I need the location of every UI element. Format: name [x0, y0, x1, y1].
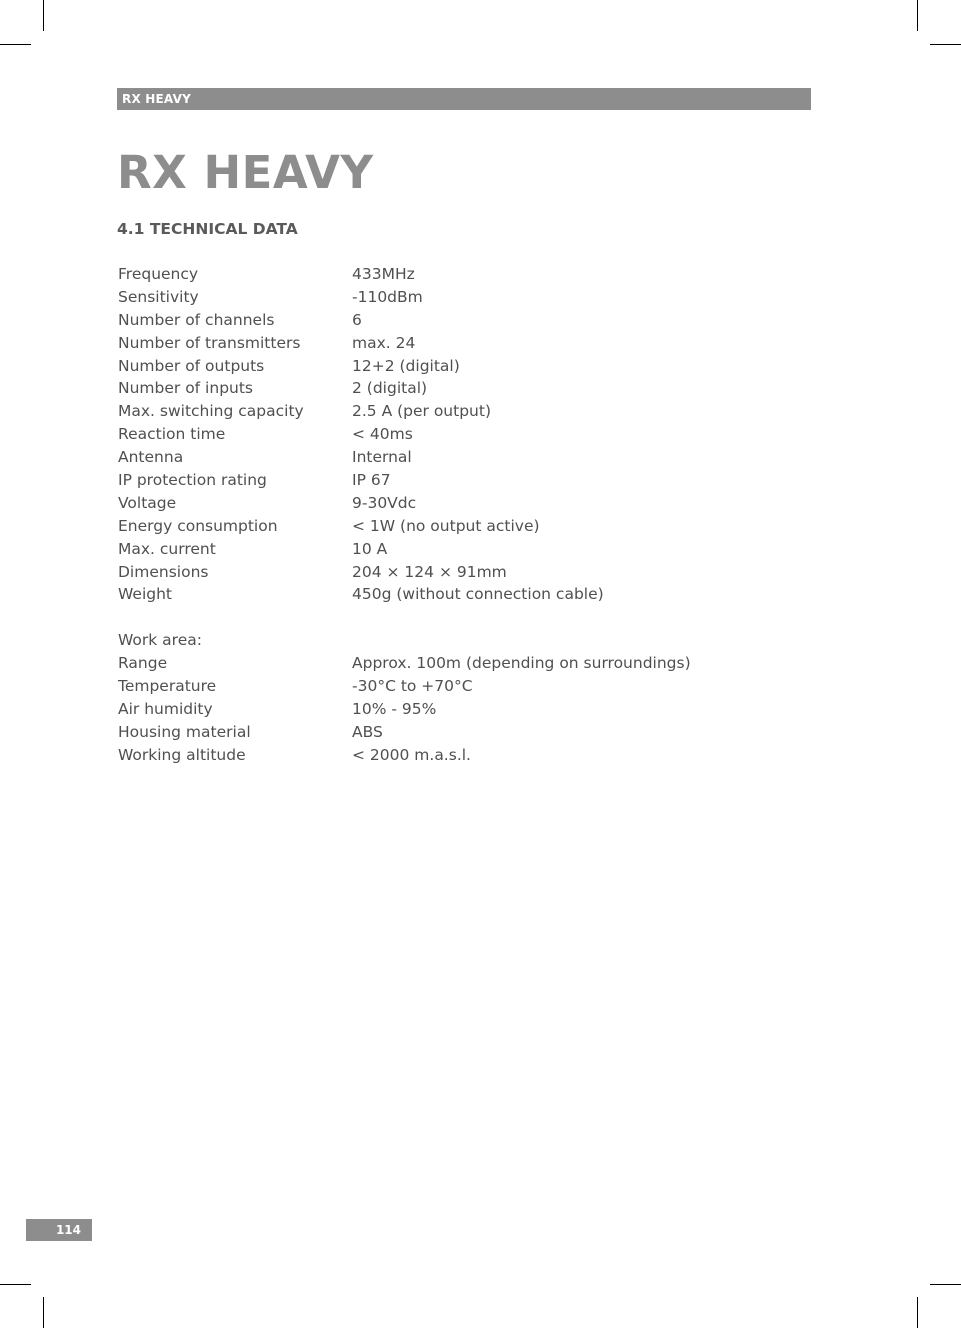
work-area-heading-row: Work area:: [118, 629, 691, 652]
spec-label: IP protection rating: [118, 471, 267, 490]
spec-value: 433MHz: [352, 265, 415, 283]
spec-row: Sensitivity -110dBm: [118, 286, 691, 309]
spec-label: Number of inputs: [118, 379, 254, 398]
spec-label: Sensitivity: [118, 287, 199, 306]
crop-mark-top-left-vertical: [43, 0, 44, 31]
spec-row: Frequency 433MHz: [118, 263, 691, 286]
spec-label: Temperature: [118, 677, 217, 696]
spec-label: Frequency: [118, 265, 199, 283]
spec-value: Approx. 100m (depending on surroundings): [352, 654, 691, 673]
spec-label: Number of outputs: [118, 356, 265, 375]
spec-row: Housing material ABS: [118, 721, 691, 744]
spec-label: Working altitude: [118, 745, 246, 764]
spec-row: Antenna Internal: [118, 446, 691, 469]
spec-value: 10 A: [352, 539, 388, 558]
section-title: 4.1 TECHNICAL DATA: [117, 220, 298, 238]
spec-row: Weight 450g (without connection cable): [118, 583, 691, 606]
running-header: RX HEAVY: [117, 88, 811, 110]
spec-label: Energy consumption: [118, 516, 278, 535]
crop-mark-bottom-right-vertical: [917, 1297, 918, 1328]
page-number: 114: [26, 1219, 92, 1241]
spec-row: Max. switching capacity 2.5 A (per output…: [118, 400, 691, 423]
spec-label: Dimensions: [118, 562, 209, 581]
spec-label: Weight: [118, 585, 173, 604]
spec-value: 2 (digital): [352, 379, 428, 398]
spec-value: < 40ms: [352, 425, 413, 444]
spec-value: < 1W (no output active): [352, 516, 540, 535]
spec-label: Reaction time: [118, 425, 226, 444]
spec-label: Housing material: [118, 722, 251, 741]
spec-row: Working altitude < 2000 m.a.s.l.: [118, 744, 691, 767]
crop-mark-bottom-right-horizontal: [930, 1284, 961, 1285]
spec-value: 204 × 124 × 91mm: [352, 562, 507, 581]
spec-value: 9-30Vdc: [352, 493, 417, 512]
spec-value: 450g (without connection cable): [352, 585, 604, 604]
spec-value: ABS: [352, 722, 383, 741]
spec-row: Number of transmitters max. 24: [118, 332, 691, 355]
spec-label: Max. switching capacity: [118, 402, 304, 421]
spec-label: Max. current: [118, 539, 216, 558]
spec-row: Number of outputs 12+2 (digital): [118, 355, 691, 378]
technical-data-table: Frequency 433MHz Sensitivity -110dBm Number …: [118, 263, 691, 767]
crop-mark-bottom-left-vertical: [43, 1297, 44, 1328]
work-area-heading: Work area:: [118, 631, 202, 650]
spec-row: Range Approx. 100m (depending on surround…: [118, 652, 691, 675]
crop-mark-top-right-vertical: [917, 0, 918, 31]
crop-mark-top-right-horizontal: [930, 44, 961, 45]
spec-label: Air humidity: [118, 699, 213, 718]
spec-value: -110dBm: [352, 287, 423, 306]
crop-mark-bottom-left-horizontal: [0, 1284, 31, 1285]
spec-row: IP protection rating IP 67: [118, 469, 691, 492]
spec-value: 2.5 A (per output): [352, 402, 492, 421]
spec-value: 12+2 (digital): [352, 356, 460, 375]
spec-row: Air humidity 10% - 95%: [118, 698, 691, 721]
spec-value: Internal: [352, 448, 412, 467]
spec-label: Range: [118, 654, 168, 673]
spec-value: < 2000 m.a.s.l.: [352, 745, 471, 764]
spec-row: Voltage 9-30Vdc: [118, 492, 691, 515]
spec-row: Number of channels 6: [118, 309, 691, 332]
spec-row: Temperature -30°C to +70°C: [118, 675, 691, 698]
spec-value: max. 24: [352, 333, 416, 352]
spec-value: IP 67: [352, 471, 391, 490]
page-title: RX HEAVY: [117, 146, 374, 199]
spec-value: 10% - 95%: [352, 699, 437, 718]
spec-row: Number of inputs 2 (digital): [118, 377, 691, 400]
spec-label: Number of channels: [118, 310, 275, 329]
crop-mark-top-left-horizontal: [0, 44, 31, 45]
spec-row: Reaction time < 40ms: [118, 423, 691, 446]
spec-row: Max. current 10 A: [118, 538, 691, 561]
spec-label: Antenna: [118, 448, 184, 467]
spec-value: -30°C to +70°C: [352, 677, 473, 696]
spec-label: Number of transmitters: [118, 333, 301, 352]
spec-row: Energy consumption < 1W (no output active…: [118, 515, 691, 538]
spec-row: Dimensions 204 × 124 × 91mm: [118, 561, 691, 584]
spec-value: 6: [352, 310, 362, 329]
spec-label: Voltage: [118, 493, 177, 512]
